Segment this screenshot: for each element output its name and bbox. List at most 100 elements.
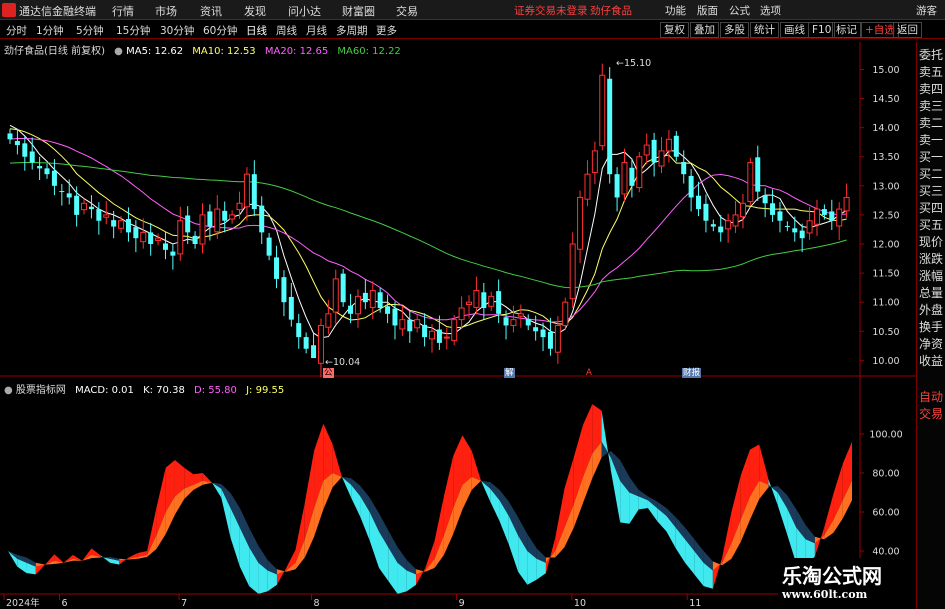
label-sell5: 卖五 [919, 65, 944, 79]
x-tick-label: 11 [689, 598, 701, 609]
candle-body-down [821, 209, 827, 215]
label-volume: 总量 [919, 286, 944, 300]
candle-body-up [621, 162, 628, 195]
guest-label[interactable]: 游客 [916, 3, 937, 18]
candle-body-down [377, 292, 383, 308]
candle-body-down [185, 215, 191, 233]
y-tick-label: 14.00 [872, 123, 899, 134]
y-tick-label: 12.00 [872, 240, 899, 251]
x-axis: 2024年 6 7 8 9 10 11 [0, 593, 860, 609]
candle-body-down [422, 324, 428, 338]
candle-body-down [688, 175, 694, 198]
candle-body-down [296, 323, 302, 338]
kdj-band-outer [629, 492, 639, 524]
label-trade[interactable]: 交易 [919, 405, 943, 422]
kdj-band-outer [332, 444, 342, 477]
candle-body-down [496, 291, 502, 314]
candle-body-up [747, 162, 754, 203]
candle-body-down [88, 206, 94, 210]
x-tick-label: 10 [574, 598, 586, 609]
candle-body-down [303, 337, 309, 349]
candle-body-down [133, 227, 139, 239]
label-sell1: 卖一 [919, 133, 944, 147]
label-earnings: 收益 [919, 354, 944, 368]
candle-body-down [755, 157, 761, 192]
kdj-band-outer [601, 410, 611, 471]
y-tick-label: 10.00 [872, 356, 899, 367]
event-tag-a[interactable]: A [585, 368, 593, 378]
label-price: 现价 [919, 235, 944, 249]
kdj-band-outer [768, 479, 778, 506]
sub-chart-title: 股票指标网 [15, 385, 66, 396]
kdj-band-outer [100, 555, 111, 563]
event-tag-unlock[interactable]: 解 [504, 368, 515, 378]
legend-dot-icon: ● [4, 385, 13, 396]
watermark-title: 乐淘公式网 [782, 564, 882, 588]
label-buy2: 买二 [919, 167, 944, 181]
candle-body-up [451, 319, 458, 342]
candle-body-up [584, 173, 591, 200]
candle-body-down [14, 141, 20, 146]
candle-body-up [236, 202, 243, 211]
candle-body-up [510, 319, 517, 326]
candle-body-up [399, 319, 406, 330]
label-buy3: 买三 [919, 184, 944, 198]
candle-body-down [525, 319, 531, 326]
label-sell4: 卖四 [919, 82, 944, 96]
candlestick-series [7, 63, 850, 378]
candle-body-down [348, 305, 354, 314]
candle-body-down [547, 331, 553, 349]
candle-body-down [22, 143, 28, 157]
x-tick-label: 8 [313, 598, 319, 609]
sub-y-tick-label: 80.00 [872, 469, 899, 480]
legend-j: J: 99.55 [246, 385, 285, 396]
candle-body-down [266, 237, 272, 256]
label-buy1: 买一 [919, 150, 944, 164]
high-price-label: ←15.10 [616, 58, 652, 69]
label-order[interactable]: 委托 [919, 46, 943, 63]
candle-body-up [643, 144, 650, 156]
candle-body-down [607, 78, 613, 175]
label-turnover: 换手 [919, 320, 944, 334]
candle-body-down [207, 211, 213, 227]
candle-body-down [29, 151, 35, 163]
y-tick-label: 14.50 [872, 94, 899, 105]
event-tag-announcement[interactable]: 公 [323, 368, 334, 378]
legend-k: K: 70.38 [143, 385, 185, 396]
kdj-band-outer [471, 450, 482, 481]
candle-body-down [681, 161, 687, 175]
candle-body-up [813, 208, 820, 225]
candle-body-down [540, 329, 546, 338]
candle-body-down [111, 220, 117, 227]
legend-d: D: 55.80 [194, 385, 237, 396]
candle-body-up [636, 156, 643, 189]
main-chart-title: 劲仔食品(日线 前复权) [4, 46, 105, 57]
candle-body-up [473, 290, 480, 308]
candle-body-down [311, 345, 317, 359]
candle-body-down [392, 308, 398, 326]
y-tick-label: 13.50 [872, 152, 899, 163]
candle-body-down [51, 170, 57, 186]
candle-body-up [243, 173, 250, 208]
candle-body-down [66, 193, 72, 198]
candle-body-up [414, 319, 421, 329]
candle-body-down [259, 205, 265, 233]
candle-body-down [710, 224, 716, 227]
candle-body-down [251, 174, 257, 210]
candle-body-up [725, 220, 732, 230]
label-buy4: 买四 [919, 201, 944, 215]
candle-body-up [466, 301, 473, 306]
candle-body-down [703, 203, 709, 221]
candle-body-up [177, 220, 184, 255]
kdj-band-outer [759, 444, 769, 485]
candle-body-down [762, 195, 768, 204]
candle-body-down [385, 306, 391, 314]
label-auto[interactable]: 自动 [919, 388, 943, 405]
y-tick-label: 13.00 [872, 181, 899, 192]
legend-ma10: MA10: 12.53 [192, 46, 256, 57]
event-tag-earnings[interactable]: 财报 [682, 368, 702, 378]
kdj-band-outer [462, 435, 472, 485]
candle-body-down [37, 166, 43, 169]
y-tick-label: 15.00 [872, 65, 899, 76]
stock-chart[interactable]: 10.00 10.50 11.00 11.50 12.00 12.50 13.00 13.50… [0, 0, 916, 609]
